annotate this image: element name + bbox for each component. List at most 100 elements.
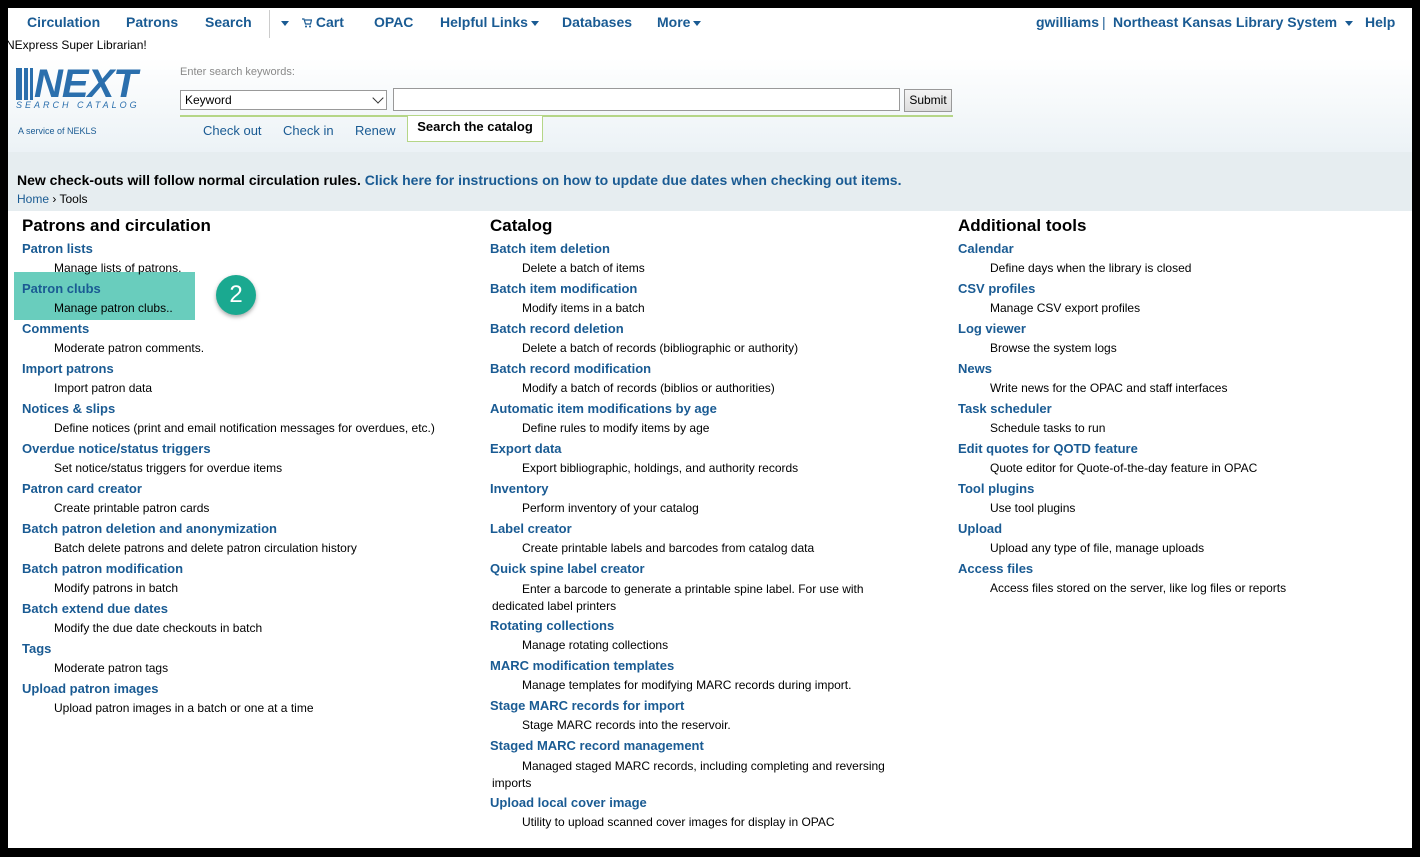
- column-title: Catalog: [490, 216, 553, 235]
- tool-description: Quote editor for Quote-of-the-day featur…: [990, 461, 1258, 475]
- chevron-down-icon: [530, 20, 539, 26]
- tool-link-staged-marc-record-management[interactable]: Staged MARC record management: [490, 738, 704, 753]
- tool-description: Manage patron clubs..: [54, 301, 173, 315]
- super-librarian-banner: NExpress Super Librarian!: [8, 38, 147, 52]
- tool-description: Modify patrons in batch: [54, 581, 179, 595]
- breadcrumb: Home › Tools: [17, 192, 88, 206]
- chevron-down-icon: [372, 92, 384, 104]
- tool-link-upload-local-cover-image[interactable]: Upload local cover image: [490, 795, 647, 810]
- column-title: Patrons and circulation: [22, 216, 211, 235]
- tool-description: Create printable labels and barcodes fro…: [522, 541, 815, 555]
- column-title: Additional tools: [958, 216, 1087, 235]
- tool-link-batch-extend-due-dates[interactable]: Batch extend due dates: [22, 601, 168, 616]
- service-label: A service of NEKLS: [18, 126, 97, 136]
- search-dropdown-toggle[interactable]: [278, 14, 289, 30]
- search-label: Enter search keywords:: [180, 66, 295, 78]
- user-menu[interactable]: gwilliams: [1036, 14, 1099, 30]
- caret-down-icon: [281, 20, 289, 26]
- tool-description: Define rules to modify items by age: [522, 421, 710, 435]
- chevron-down-icon: [1345, 20, 1354, 26]
- nav-patrons[interactable]: Patrons: [126, 14, 178, 30]
- tool-link-rotating-collections[interactable]: Rotating collections: [490, 618, 614, 633]
- tool-link-patron-card-creator[interactable]: Patron card creator: [22, 481, 142, 496]
- nav-search[interactable]: Search: [205, 14, 252, 30]
- notice-link[interactable]: Click here for instructions on how to up…: [365, 172, 902, 188]
- tab-check-in[interactable]: Check in: [283, 123, 334, 138]
- nav-help[interactable]: Help: [1365, 14, 1395, 30]
- nav-circulation[interactable]: Circulation: [27, 14, 100, 30]
- tool-link-comments[interactable]: Comments: [22, 321, 89, 336]
- nav-helpful-links[interactable]: Helpful Links: [440, 14, 539, 30]
- tool-link-batch-patron-deletion-and-anonymization[interactable]: Batch patron deletion and anonymization: [22, 521, 277, 536]
- tool-link-batch-item-deletion[interactable]: Batch item deletion: [490, 241, 610, 256]
- notice-message: New check-outs will follow normal circul…: [17, 172, 902, 188]
- tool-link-edit-quotes-for-qotd-feature[interactable]: Edit quotes for QOTD feature: [958, 441, 1138, 456]
- tool-link-patron-clubs[interactable]: Patron clubs: [22, 281, 101, 296]
- tool-link-csv-profiles[interactable]: CSV profiles: [958, 281, 1035, 296]
- header: NEXT SEARCH CATALOG A service of NEKLS E…: [8, 58, 1412, 160]
- tool-link-tags[interactable]: Tags: [22, 641, 51, 656]
- tool-description: Upload any type of file, manage uploads: [990, 541, 1205, 555]
- tool-description: Manage rotating collections: [522, 638, 669, 652]
- tool-link-overdue-notice-status-triggers[interactable]: Overdue notice/status triggers: [22, 441, 211, 456]
- tool-description: Stage MARC records into the reservoir.: [522, 718, 731, 732]
- tool-link-inventory[interactable]: Inventory: [490, 481, 549, 496]
- tool-link-news[interactable]: News: [958, 361, 992, 376]
- search-type-select[interactable]: Keyword: [180, 90, 387, 110]
- tab-divider: [180, 115, 953, 117]
- tool-link-patron-lists[interactable]: Patron lists: [22, 241, 93, 256]
- tool-link-calendar[interactable]: Calendar: [958, 241, 1014, 256]
- tool-link-marc-modification-templates[interactable]: MARC modification templates: [490, 658, 674, 673]
- nav-opac[interactable]: OPAC: [374, 14, 413, 30]
- next-logo[interactable]: NEXT SEARCH CATALOG: [16, 62, 171, 114]
- tool-description: Use tool plugins: [990, 501, 1076, 515]
- tool-link-automatic-item-modifications-by-age[interactable]: Automatic item modifications by age: [490, 401, 717, 416]
- tool-description: Schedule tasks to run: [990, 421, 1106, 435]
- nav-databases[interactable]: Databases: [562, 14, 632, 30]
- tool-description: Moderate patron comments.: [54, 341, 205, 355]
- search-input[interactable]: [393, 88, 900, 111]
- tool-description: Managed staged MARC records, including c…: [492, 759, 885, 790]
- tool-description: Batch delete patrons and delete patron c…: [54, 541, 357, 555]
- tab-check-out[interactable]: Check out: [203, 123, 262, 138]
- tool-link-upload-patron-images[interactable]: Upload patron images: [22, 681, 159, 696]
- tool-link-import-patrons[interactable]: Import patrons: [22, 361, 114, 376]
- tool-description: Define notices (print and email notifica…: [54, 421, 435, 435]
- tool-description: Modify items in a batch: [522, 301, 645, 315]
- tool-description: Moderate patron tags: [54, 661, 169, 675]
- breadcrumb-home[interactable]: Home: [17, 192, 49, 206]
- tool-link-tool-plugins[interactable]: Tool plugins: [958, 481, 1034, 496]
- tool-description: Browse the system logs: [990, 341, 1117, 355]
- tool-link-quick-spine-label-creator[interactable]: Quick spine label creator: [490, 561, 645, 576]
- submit-button[interactable]: Submit: [904, 89, 952, 112]
- tool-link-batch-record-deletion[interactable]: Batch record deletion: [490, 321, 624, 336]
- tool-link-log-viewer[interactable]: Log viewer: [958, 321, 1026, 336]
- chevron-down-icon: [693, 20, 702, 26]
- nav-cart[interactable]: Cart: [302, 14, 344, 30]
- tab-search-catalog[interactable]: Search the catalog: [407, 116, 543, 142]
- tool-link-export-data[interactable]: Export data: [490, 441, 562, 456]
- tool-link-stage-marc-records-for-import[interactable]: Stage MARC records for import: [490, 698, 684, 713]
- tool-description: Write news for the OPAC and staff interf…: [990, 381, 1228, 395]
- tab-renew[interactable]: Renew: [355, 123, 395, 138]
- tool-link-batch-item-modification[interactable]: Batch item modification: [490, 281, 637, 296]
- tool-description: Set notice/status triggers for overdue i…: [54, 461, 283, 475]
- more-label: More: [657, 14, 691, 30]
- library-menu[interactable]: Northeast Kansas Library System: [1113, 14, 1354, 30]
- breadcrumb-current: Tools: [59, 192, 88, 206]
- tool-link-notices-slips[interactable]: Notices & slips: [22, 401, 115, 416]
- tool-description: Modify a batch of records (biblios or au…: [522, 381, 775, 395]
- notice-bar: New check-outs will follow normal circul…: [8, 152, 1412, 211]
- tool-link-batch-record-modification[interactable]: Batch record modification: [490, 361, 651, 376]
- tool-link-label-creator[interactable]: Label creator: [490, 521, 572, 536]
- tool-description: Enter a barcode to generate a printable …: [492, 582, 864, 613]
- tool-description: Utility to upload scanned cover images f…: [522, 815, 835, 829]
- helpful-links-label: Helpful Links: [440, 14, 528, 30]
- tool-link-access-files[interactable]: Access files: [958, 561, 1033, 576]
- nav-more[interactable]: More: [657, 14, 702, 30]
- tool-link-upload[interactable]: Upload: [958, 521, 1002, 536]
- nav-divider: |: [1102, 14, 1106, 30]
- tool-description: Create printable patron cards: [54, 501, 210, 515]
- tool-link-task-scheduler[interactable]: Task scheduler: [958, 401, 1052, 416]
- tool-link-batch-patron-modification[interactable]: Batch patron modification: [22, 561, 183, 576]
